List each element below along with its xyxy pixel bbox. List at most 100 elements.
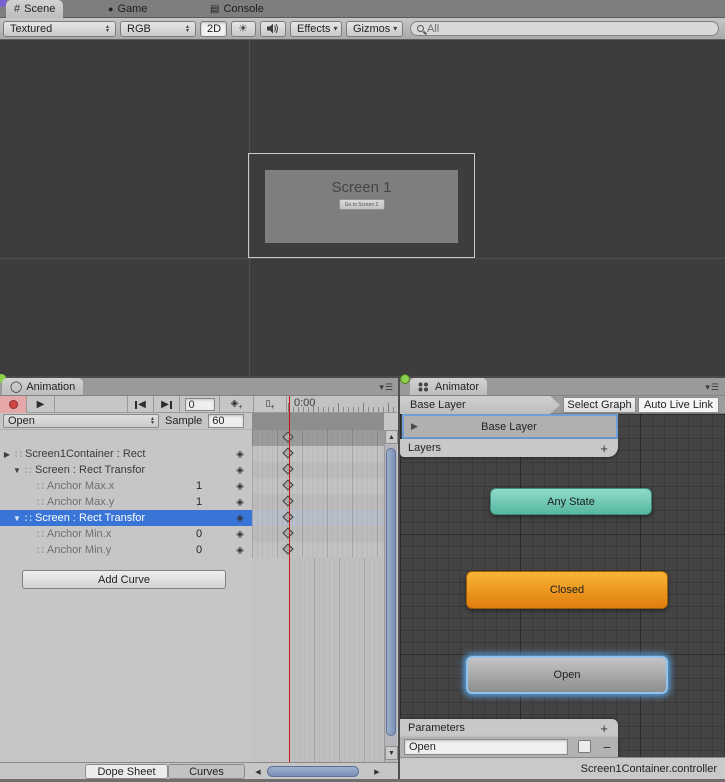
expand-arrow-icon[interactable]: ▶ <box>2 450 12 459</box>
expand-arrow-icon[interactable]: ▼ <box>12 466 22 475</box>
screen1-panel[interactable]: Screen 1 Go to Screen 2 <box>265 170 458 243</box>
tab-animation[interactable]: ◯︎ Animation <box>2 378 83 395</box>
property-value[interactable]: 1 <box>196 480 228 492</box>
horizontal-scroll-thumb[interactable] <box>267 766 359 777</box>
scene-viewport[interactable]: Screen 1 Go to Screen 2 <box>0 40 725 376</box>
remove-parameter-button[interactable]: − <box>600 737 614 757</box>
dopesheet-summary-lane[interactable] <box>252 430 384 446</box>
panel-menu-icon[interactable]: ▾☰ <box>705 382 720 393</box>
breadcrumb-base-layer[interactable]: Base Layer <box>400 396 560 414</box>
dopesheet-lower-area[interactable] <box>252 558 384 762</box>
keyframe-marker[interactable] <box>282 463 293 474</box>
property-row-3[interactable]: ∷Anchor Max.y1◈ <box>0 494 252 510</box>
clip-dropdown[interactable]: Open ▴▾ <box>3 414 159 428</box>
keyframe-diamond-icon[interactable]: ◈ <box>228 465 252 476</box>
record-button[interactable] <box>0 396 27 413</box>
go-to-screen2-button[interactable]: Go to Screen 2 <box>339 199 385 210</box>
state-machine-graph[interactable]: ▶ Base Layer Layers + Any StateClosedOpe… <box>400 414 725 757</box>
layer-item-base-layer[interactable]: ▶ Base Layer <box>402 414 618 439</box>
keyframe-marker[interactable] <box>282 479 293 490</box>
keyframe-diamond-icon[interactable]: ◈ <box>228 449 252 460</box>
scroll-right-button[interactable]: ▶ <box>371 765 383 778</box>
keyframe-diamond-icon[interactable]: ◈ <box>228 545 252 556</box>
timeline-ruler[interactable]: 0:00 <box>288 396 397 413</box>
render-mode-dropdown[interactable]: RGB ▴▾ <box>120 21 196 37</box>
effects-label: Effects <box>297 23 330 35</box>
dopesheet-vertical-scrollbar[interactable]: ▲ ▼ <box>384 430 397 762</box>
audio-toggle-button[interactable] <box>260 21 286 37</box>
dopesheet-lane-0[interactable] <box>252 446 384 462</box>
parameter-value-checkbox[interactable] <box>578 740 591 753</box>
select-graph-button[interactable]: Select Graph <box>563 397 636 413</box>
effects-dropdown[interactable]: Effects ▾ <box>290 21 342 37</box>
scene-search-input[interactable]: All <box>410 21 719 36</box>
dopesheet-lane-5[interactable] <box>252 526 384 542</box>
playhead-line[interactable] <box>289 396 290 762</box>
property-row-6[interactable]: ∷Anchor Min.y0◈ <box>0 542 252 558</box>
add-layer-button[interactable]: + <box>600 442 608 455</box>
scroll-left-button[interactable]: ◀ <box>252 765 264 778</box>
dopesheet-lane-4[interactable] <box>252 510 384 526</box>
property-row-1[interactable]: ▼∷Screen : Rect Transfor◈ <box>0 462 252 478</box>
parameters-label: Parameters <box>408 722 465 734</box>
state-node-open[interactable]: Open <box>466 656 668 694</box>
parameter-name-input[interactable]: Open <box>404 739 568 755</box>
curves-tab[interactable]: Curves <box>168 764 245 779</box>
keyframe-marker[interactable] <box>282 511 293 522</box>
tab-console[interactable]: ▤ Console <box>210 0 264 18</box>
gizmos-dropdown[interactable]: Gizmos ▾ <box>346 21 403 37</box>
scroll-down-button[interactable]: ▼ <box>385 746 398 760</box>
property-value[interactable]: 1 <box>196 496 228 508</box>
chevron-down-icon: ▾ <box>393 24 397 33</box>
sun-icon: ☀ <box>238 22 248 35</box>
panel-menu-icon[interactable]: ▾☰ <box>379 382 394 393</box>
property-value[interactable]: 0 <box>196 544 228 556</box>
keyframe-marker[interactable] <box>282 543 293 554</box>
frame-input[interactable]: 0 <box>185 398 215 411</box>
dopesheet-lane-3[interactable] <box>252 494 384 510</box>
lighting-toggle-button[interactable]: ☀ <box>231 21 256 37</box>
draw-mode-dropdown[interactable]: Textured ▴▾ <box>3 21 116 37</box>
dopesheet-lane-6[interactable] <box>252 542 384 558</box>
dopesheet-lane-2[interactable] <box>252 478 384 494</box>
keyframe-diamond-icon[interactable]: ◈ <box>228 497 252 508</box>
keyframe-marker[interactable] <box>282 447 293 458</box>
toggle-2d-button[interactable]: 2D <box>200 21 227 37</box>
state-node-any-state[interactable]: Any State <box>490 488 652 515</box>
keyframe-marker[interactable] <box>282 431 293 442</box>
property-row-2[interactable]: ∷Anchor Max.x1◈ <box>0 478 252 494</box>
add-event-button[interactable]: ▯+ <box>254 396 287 413</box>
sample-input[interactable]: 60 <box>208 414 244 428</box>
next-frame-button[interactable]: ▶ <box>154 396 180 413</box>
property-row-5[interactable]: ∷Anchor Min.x0◈ <box>0 526 252 542</box>
first-frame-button[interactable]: ◀ <box>128 396 154 413</box>
vertical-scroll-thumb[interactable] <box>386 448 396 736</box>
keyframe-diamond-icon[interactable]: ◈ <box>228 529 252 540</box>
keyframe-marker[interactable] <box>282 495 293 506</box>
keyframe-diamond-icon[interactable]: ◈ <box>228 481 252 492</box>
state-node-closed[interactable]: Closed <box>466 571 668 609</box>
property-row-4[interactable]: ▼∷Screen : Rect Transfor◈ <box>0 510 252 526</box>
property-row-0[interactable]: ▶∷Screen1Container : Rect◈ <box>0 446 252 462</box>
console-icon: ▤ <box>210 4 219 15</box>
property-value[interactable]: 0 <box>196 528 228 540</box>
keyframe-diamond-icon[interactable]: ◈ <box>228 513 252 524</box>
scene-toolbar: Textured ▴▾ RGB ▴▾ 2D ☀ Effects ▾ Gizmos… <box>0 18 725 40</box>
dopesheet-lane-1[interactable] <box>252 462 384 478</box>
tab-scene[interactable]: # Scene <box>6 0 63 18</box>
auto-live-link-button[interactable]: Auto Live Link <box>638 397 719 413</box>
tab-game[interactable]: ● Game <box>108 0 147 18</box>
expand-arrow-icon[interactable]: ▼ <box>12 514 22 523</box>
search-icon <box>417 25 424 32</box>
add-curve-button[interactable]: Add Curve <box>22 570 226 589</box>
tab-animator[interactable]: Animator <box>410 378 487 395</box>
dope-sheet-tab[interactable]: Dope Sheet <box>85 764 168 779</box>
add-keyframe-button[interactable]: ◈+ <box>220 396 254 413</box>
play-button[interactable]: ▶ <box>27 396 55 413</box>
search-text: All <box>427 23 439 35</box>
scroll-up-button[interactable]: ▲ <box>385 430 398 444</box>
rect-transform-icon: ∷ <box>22 512 35 525</box>
keyframe-marker[interactable] <box>282 527 293 538</box>
property-list: ▶∷Screen1Container : Rect◈▼∷Screen : Rec… <box>0 446 252 558</box>
add-parameter-button[interactable]: + <box>600 722 608 735</box>
